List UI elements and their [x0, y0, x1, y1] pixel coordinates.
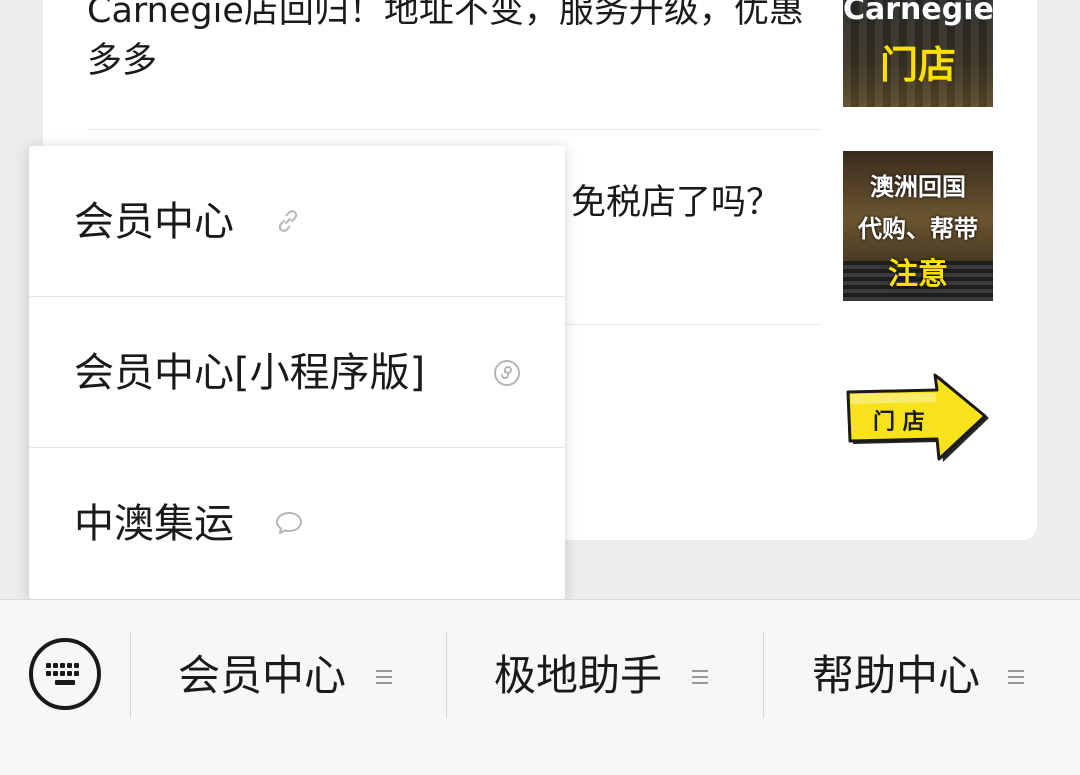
store-arrow-icon[interactable]: 门 店: [843, 372, 993, 468]
article-divider: [87, 129, 821, 130]
thumb-2-line-3: 注意: [888, 257, 948, 292]
menu-lines-icon: [692, 670, 708, 688]
thumb-1-line-1: Carnegie: [843, 0, 993, 27]
thumb-2-line-2: 代购、帮带: [858, 215, 978, 243]
menu-item-label: 会员中心: [74, 199, 234, 245]
chat-bubble-icon: [275, 510, 303, 540]
mini-program-icon: [493, 359, 521, 391]
menu-item-label: 会员中心[小程序版]: [74, 350, 426, 396]
menu-lines-icon: [1008, 670, 1024, 688]
bottom-menu-bar: 会员中心 极地助手 帮助中心: [0, 599, 1080, 775]
thumb-2-line-1: 澳洲回国: [870, 173, 966, 201]
menu-item-member-center[interactable]: 会员中心: [29, 146, 565, 297]
keyboard-icon[interactable]: [29, 638, 101, 710]
arrow-label: 门 店: [873, 410, 925, 435]
tab-divider: [446, 632, 447, 718]
article-thumb-1[interactable]: Carnegie 门店: [843, 0, 993, 107]
tab-label: 极地助手: [494, 651, 663, 700]
menu-item-member-center-mini-program[interactable]: 会员中心[小程序版]: [29, 297, 565, 448]
link-icon: [275, 208, 301, 238]
article-thumb-2[interactable]: 澳洲回国 代购、帮带 注意: [843, 151, 993, 301]
tab-divider: [130, 632, 131, 718]
tab-member-center[interactable]: 会员中心: [178, 648, 398, 704]
popup-menu: 会员中心 会员中心[小程序版] 中澳集运: [29, 146, 565, 599]
thumb-1-line-2: 门店: [879, 43, 956, 87]
tab-label: 会员中心: [178, 651, 347, 700]
tab-label: 帮助中心: [812, 651, 981, 700]
article-title-1[interactable]: Carnegie店回归！地址不变，服务升级，优惠多多: [87, 0, 817, 86]
menu-item-china-aus-shipping[interactable]: 中澳集运: [29, 448, 565, 599]
menu-item-label: 中澳集运: [74, 501, 234, 547]
tab-help-center[interactable]: 帮助中心: [812, 648, 1032, 704]
tab-divider: [763, 632, 764, 718]
tab-polar-assistant[interactable]: 极地助手: [494, 648, 714, 704]
menu-lines-icon: [376, 670, 392, 688]
article-title-2[interactable]: 免税店了吗？: [571, 178, 831, 228]
